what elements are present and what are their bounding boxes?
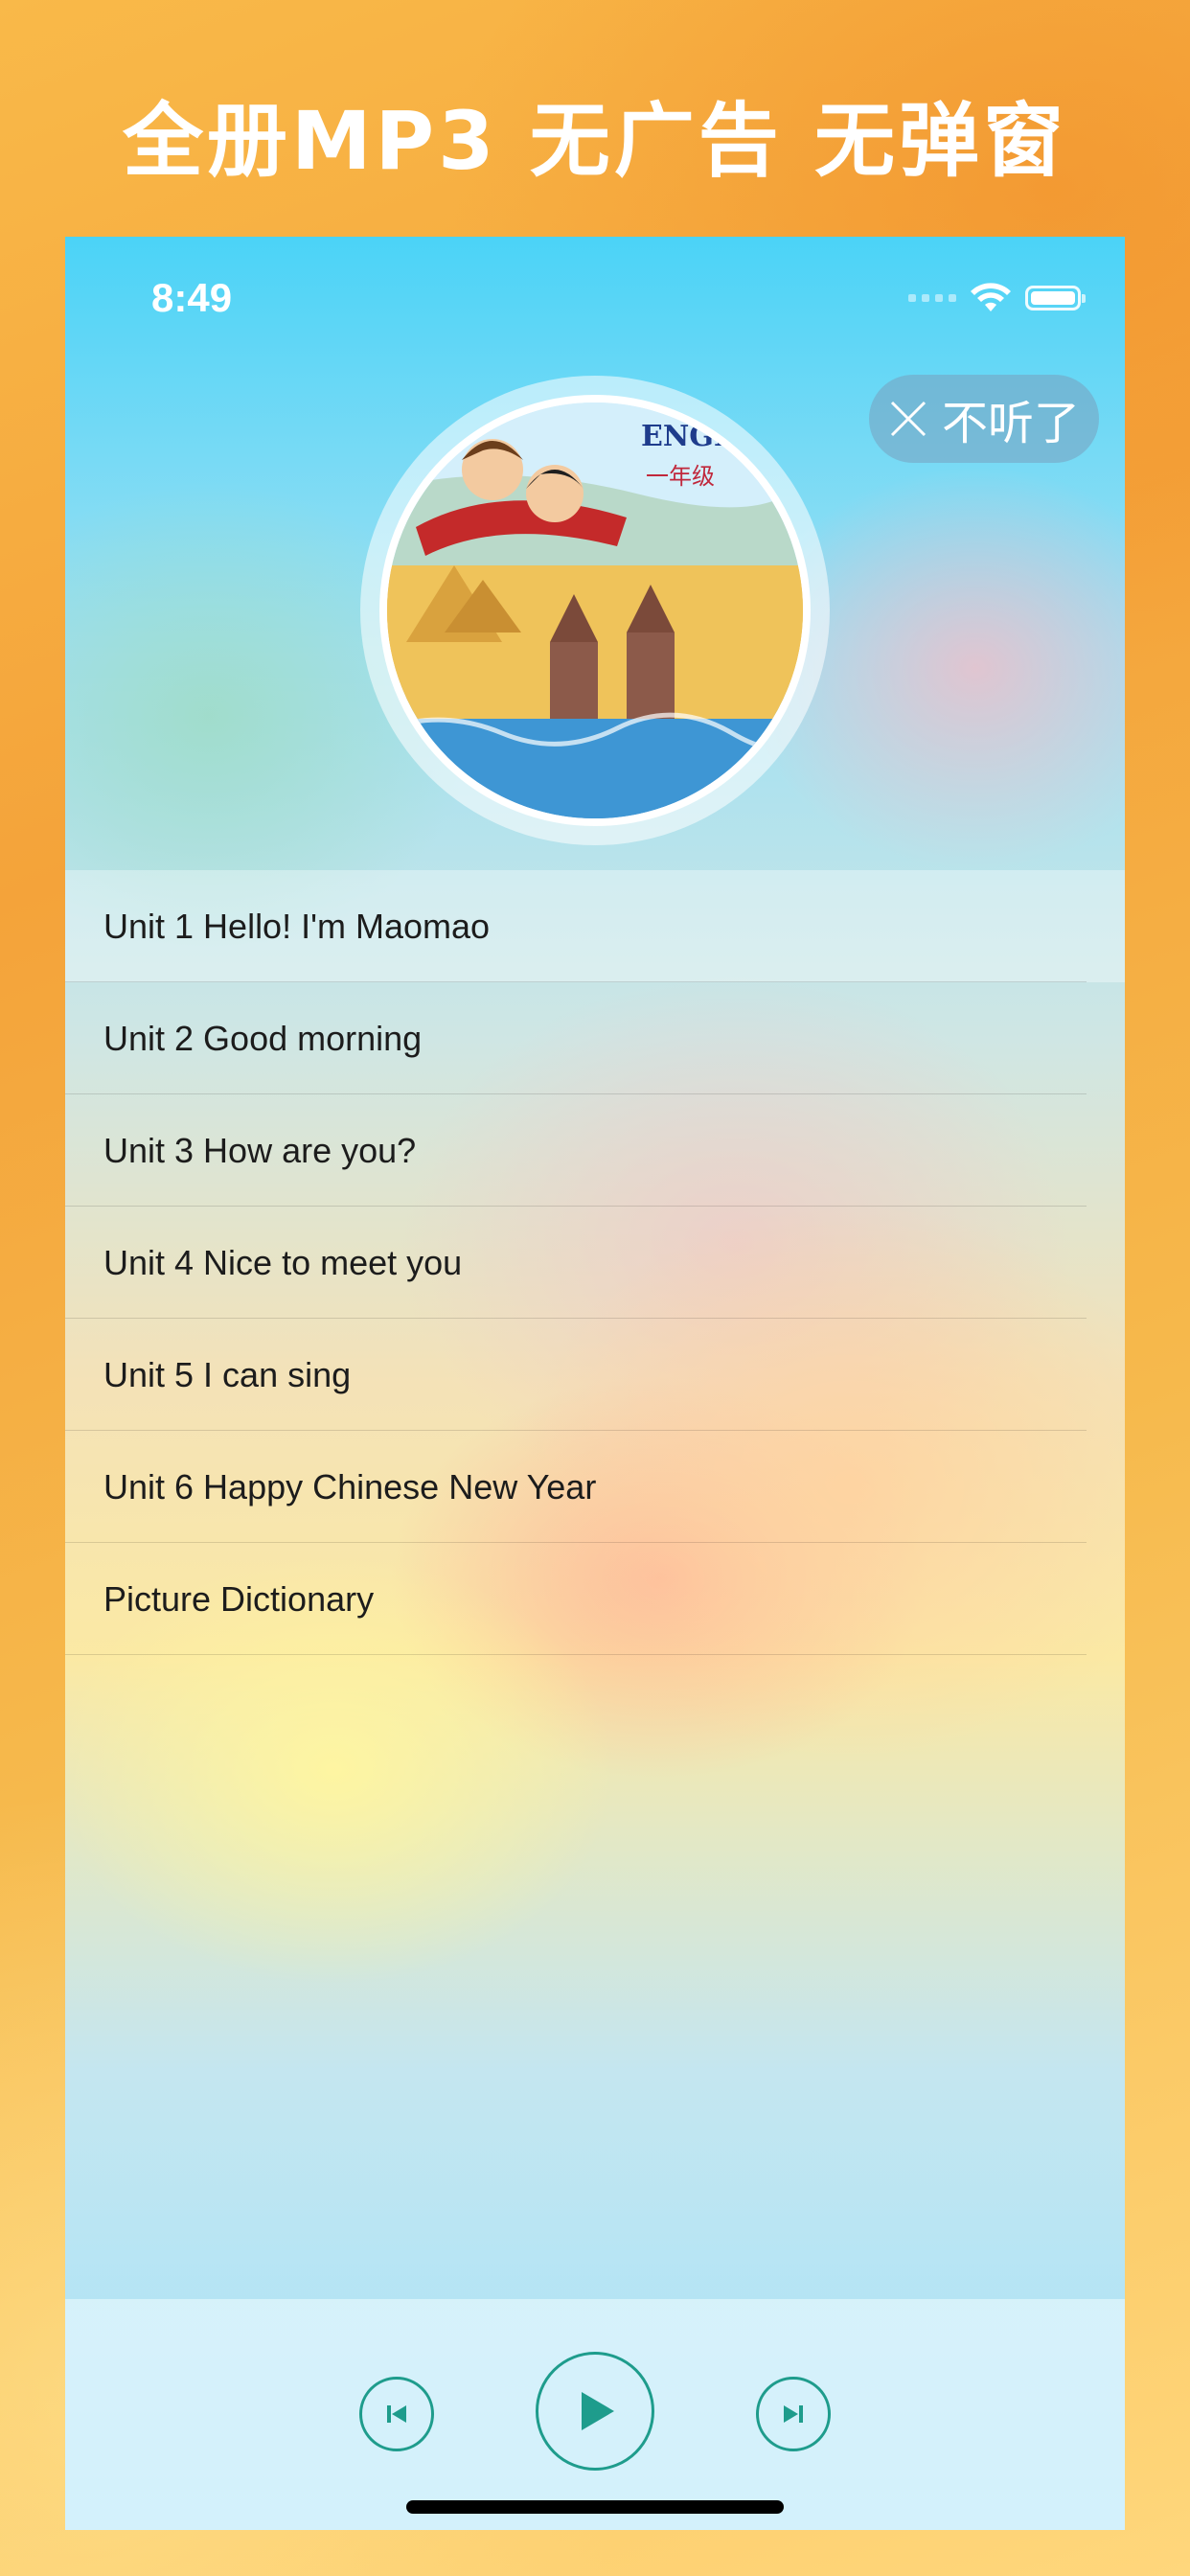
list-item[interactable]: Unit 6 Happy Chinese New Year [65, 1431, 1125, 1543]
track-title: Unit 1 Hello! I'm Maomao [103, 906, 491, 946]
list-item[interactable]: Unit 2 Good morning [65, 982, 1125, 1094]
track-title: Unit 3 How are you? [103, 1130, 417, 1170]
play-icon [582, 2392, 614, 2430]
close-icon [890, 401, 927, 437]
track-title: Unit 6 Happy Chinese New Year [103, 1466, 597, 1506]
status-time: 8:49 [151, 275, 233, 320]
cover-grade: 一年级 [646, 463, 715, 490]
stop-listening-label: 不听了 [941, 397, 1080, 450]
phone-screen: 8:49 不听了 ENGLI 一年级 Unit 1 Hello! I'm Mao… [65, 237, 1125, 2530]
track-title: Picture Dictionary [103, 1578, 375, 1619]
list-item[interactable]: Unit 4 Nice to meet you [65, 1207, 1125, 1319]
previous-track-button[interactable] [359, 2377, 434, 2451]
track-title: Unit 4 Nice to meet you [103, 1242, 463, 1282]
home-indicator [406, 2500, 784, 2514]
battery-icon [1025, 286, 1086, 310]
track-title: Unit 2 Good morning [103, 1018, 423, 1058]
promo-headline: 全册MP3 无广告 无弹窗 [122, 94, 1068, 188]
skip-previous-icon [387, 2405, 406, 2423]
book-cover-image: ENGLI 一年级 [379, 395, 811, 826]
skip-next-icon [784, 2405, 803, 2423]
track-list: Unit 1 Hello! I'm Maomao Unit 2 Good mor… [65, 870, 1125, 1655]
cellular-signal-icon [908, 294, 956, 302]
next-track-button[interactable] [756, 2377, 831, 2451]
list-item[interactable]: Picture Dictionary [65, 1543, 1125, 1655]
wifi-icon [971, 283, 1011, 311]
list-item[interactable]: Unit 3 How are you? [65, 1094, 1125, 1207]
status-icons [908, 283, 1086, 313]
track-title: Unit 5 I can sing [103, 1354, 352, 1394]
list-item[interactable]: Unit 5 I can sing [65, 1319, 1125, 1431]
player-controls [65, 2299, 1125, 2530]
list-item[interactable]: Unit 1 Hello! I'm Maomao [65, 870, 1125, 982]
cover-illustration: ENGLI 一年级 [387, 402, 803, 818]
play-button[interactable] [536, 2352, 654, 2471]
stop-listening-button[interactable]: 不听了 [869, 375, 1099, 463]
